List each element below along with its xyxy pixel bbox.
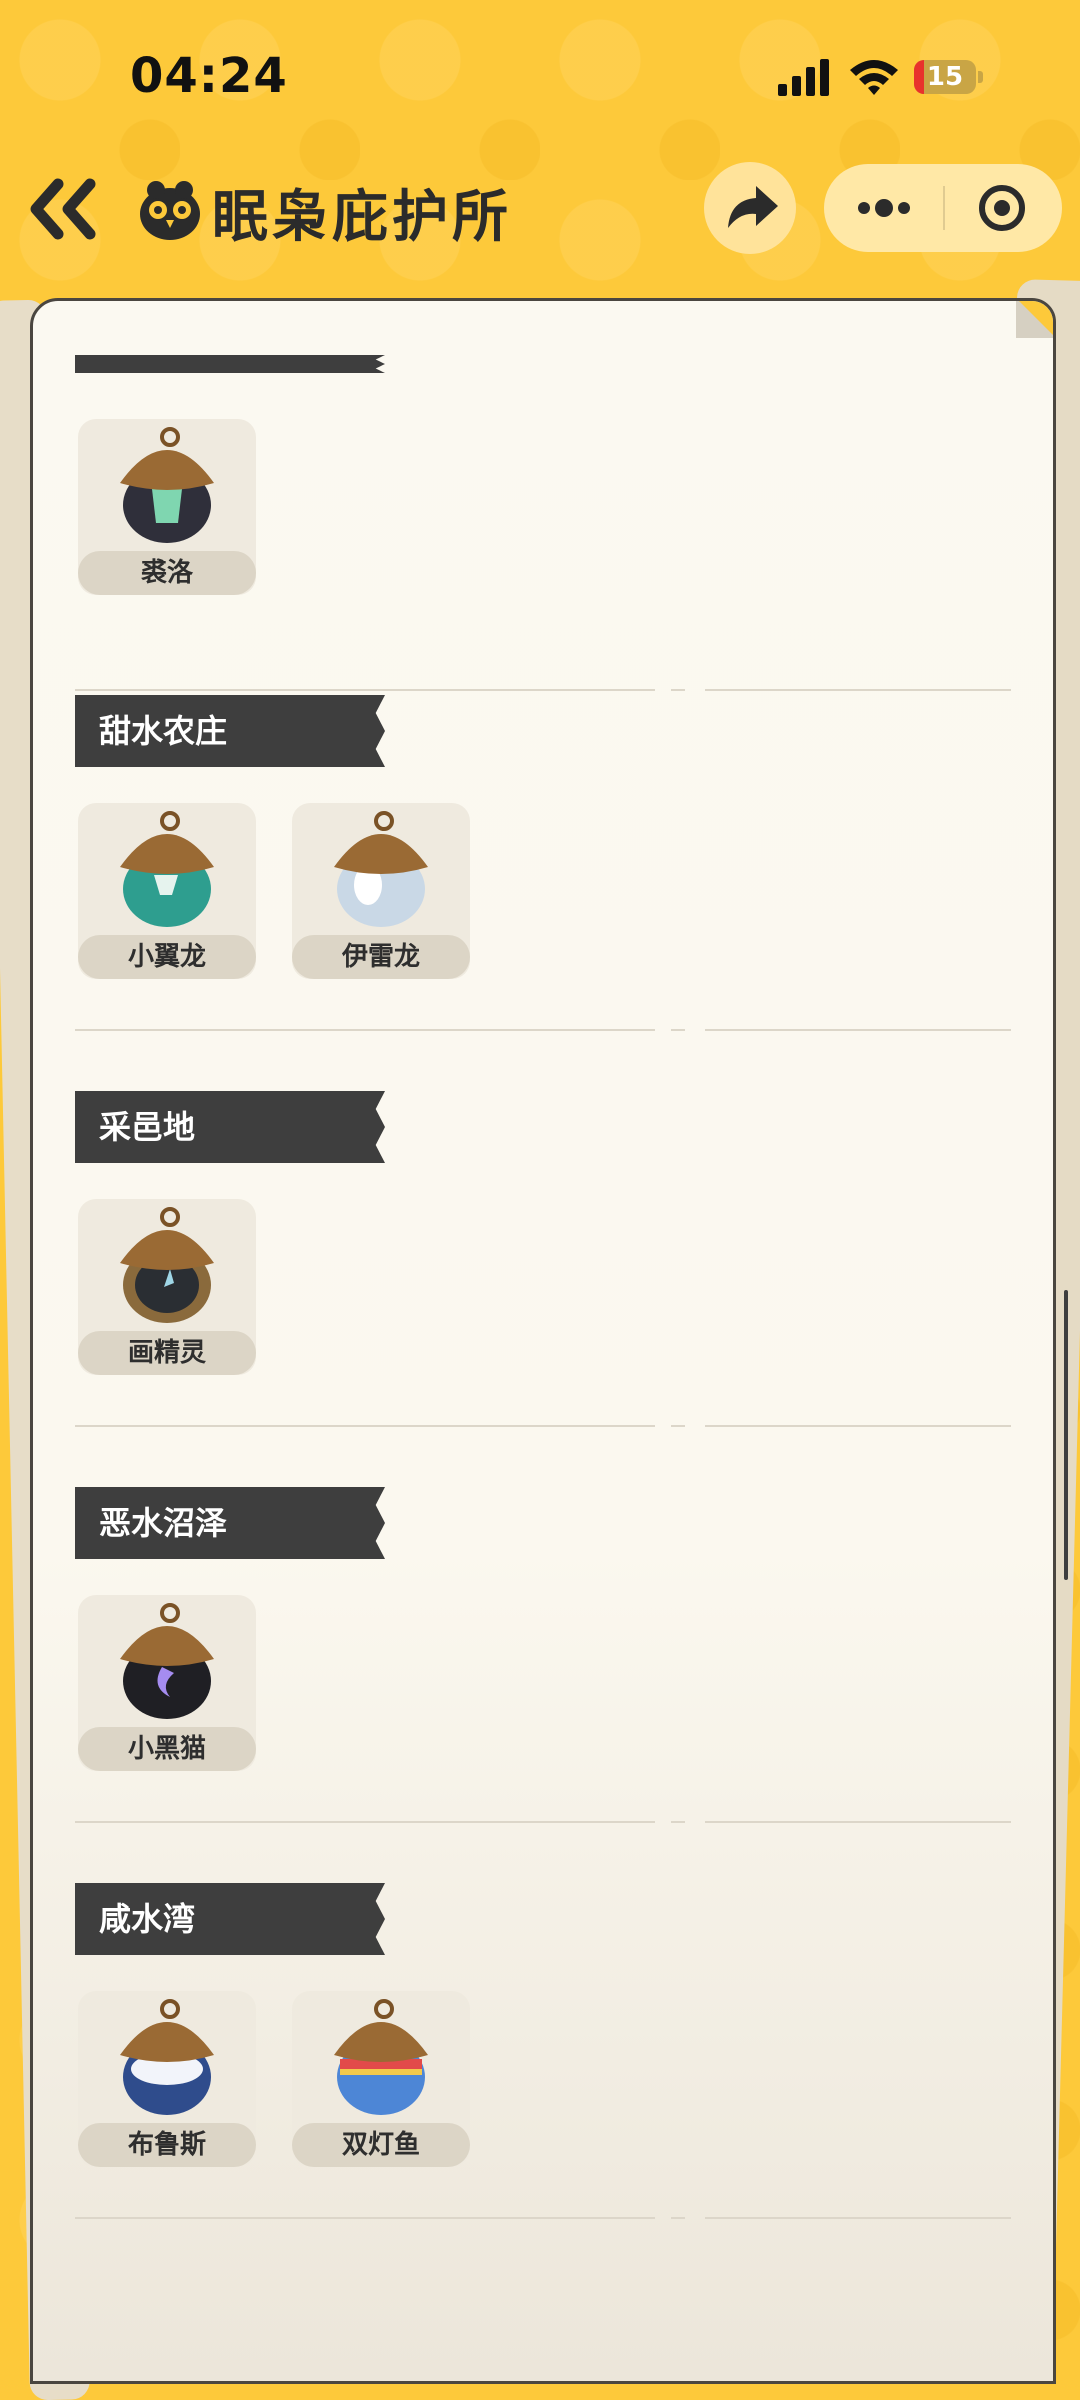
battery-charging-icon: 15 [914,60,986,96]
section-divider [75,1425,1011,1427]
section-divider [75,1029,1011,1031]
section-title: 恶水沼泽 [99,1504,228,1542]
pal-card-1-0[interactable]: 小翼龙 [78,803,256,979]
nav-bar: 眠枭庇护所 [0,150,1080,270]
section-header: 甜水农庄 [75,695,385,767]
pal-card-1-1[interactable]: 伊雷龙 [292,803,470,979]
status-bar: 04:24 15 [0,0,1080,150]
mini-program-capsule [824,164,1062,252]
section-header: 恶水沼泽 [75,1487,385,1559]
section-divider [75,689,1011,691]
pal-card-4-1[interactable]: 双灯鱼 [292,1991,470,2167]
pal-name: 裘洛 [140,558,193,588]
owl-logo-icon [140,181,200,240]
content-panel: 裘洛 甜水农庄 小翼龙 伊雷龙 采邑地 画精灵 恶水沼泽 小黑猫 咸水湾 布鲁斯… [30,298,1056,2384]
more-dots-icon [858,199,910,217]
section-divider [75,2217,1011,2219]
pal-name: 伊雷龙 [341,942,420,972]
section-header: 采邑地 [75,1091,385,1163]
section-title: 咸水湾 [99,1900,196,1938]
acorn-egg-icon [120,1603,214,1719]
section-title: 采邑地 [99,1108,196,1146]
pal-card-4-0[interactable]: 布鲁斯 [78,1991,256,2167]
status-time: 04:24 [130,48,288,104]
share-arrow-icon [728,186,778,228]
double-chevron-left-icon[interactable] [28,176,104,242]
pal-name: 布鲁斯 [127,2130,206,2160]
signal-icon [778,59,829,96]
acorn-egg-icon [120,427,214,543]
section-title: 甜水农庄 [99,712,228,750]
scrollbar[interactable] [1064,1290,1068,1580]
page-title: 眠枭庇护所 [212,185,512,250]
pal-name: 双灯鱼 [341,2130,420,2160]
share-button[interactable] [704,162,796,254]
more-button[interactable] [824,164,942,252]
acorn-egg-icon [334,811,428,927]
acorn-egg-icon [120,1999,214,2115]
acorn-egg-icon [120,811,214,927]
pal-name: 小黑猫 [127,1734,206,1764]
acorn-egg-icon [334,1999,428,2115]
acorn-egg-icon [120,1207,214,1323]
section-header: 咸水湾 [75,1883,385,1955]
battery-level: 15 [926,62,964,92]
wifi-icon [850,60,898,95]
pal-card-2-0[interactable]: 画精灵 [78,1199,256,1375]
close-button[interactable] [946,164,1062,252]
section-header [75,355,385,373]
target-circle-icon [979,185,1025,231]
section-divider [75,1821,1011,1823]
capsule-divider [943,186,945,230]
pal-card-0-0[interactable]: 裘洛 [78,419,256,595]
pal-name: 小翼龙 [127,942,206,972]
pal-name: 画精灵 [127,1338,206,1368]
folded-corner [1016,301,1053,338]
pal-card-3-0[interactable]: 小黑猫 [78,1595,256,1771]
